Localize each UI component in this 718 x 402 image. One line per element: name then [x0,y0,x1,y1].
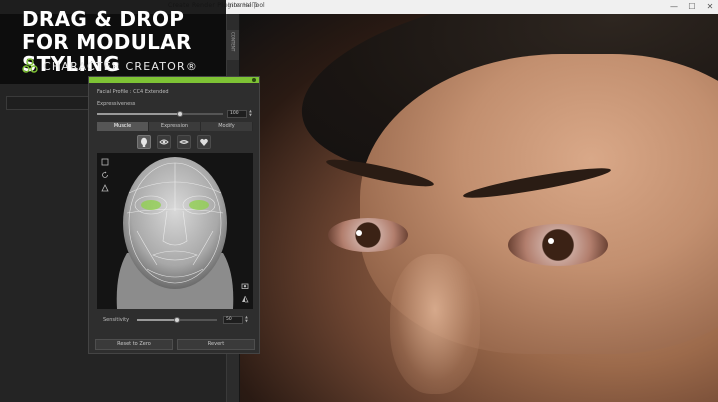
heart-face-icon[interactable] [197,135,211,149]
expressiveness-spinner[interactable]: ▲ ▼ [248,109,253,117]
muscle-mode-icons [137,135,211,149]
content-side-tab-label: CONTENT [230,32,236,52]
window-title: Internal Tool [228,2,265,9]
product-logo: CHARACTER CREATOR® [22,58,198,74]
expressiveness-value-field[interactable]: 100 [227,110,247,118]
facial-profile-panel: Facial Profile : CC4 Extended Expressive… [88,76,260,354]
mouth-mode-icon[interactable] [177,135,191,149]
right-eye [508,224,608,266]
character-nose [390,254,480,394]
rotate-tool-icon[interactable] [100,170,110,180]
branding-banner: DRAG & DROP FOR MODULAR STYLING CHARACTE… [0,0,226,84]
facial-profile-tabs: Muscle Expression Modify [97,122,253,131]
headline-line-1: DRAG & DROP [22,7,185,31]
spinner-down-icon[interactable]: ▼ [244,319,249,323]
spinner-down-icon[interactable]: ▼ [248,113,253,117]
camera-view-icon[interactable] [240,281,250,291]
minimize-button[interactable]: — [670,1,678,13]
close-button[interactable]: ✕ [706,1,714,13]
eye-glint [356,230,362,236]
reset-to-zero-button[interactable]: Reset to Zero [95,339,173,350]
sensitivity-label: Sensitivity [103,317,130,323]
panel-close-icon[interactable] [252,78,256,82]
sensitivity-slider-thumb[interactable] [174,317,180,323]
expressiveness-slider-thumb[interactable] [177,111,184,117]
maximize-button[interactable]: ☐ [688,1,696,13]
select-tool-icon[interactable] [100,157,110,167]
facial-profile-title: Facial Profile : CC4 Extended [97,89,169,95]
content-side-tab[interactable]: CONTENT [227,30,239,60]
3d-viewport[interactable] [240,14,718,402]
window-controls: — ☐ ✕ [670,1,714,13]
revert-button[interactable]: Revert [177,339,255,350]
muscle-face-map[interactable] [97,153,253,309]
character-creator-logo-icon [22,58,38,74]
symmetry-icon[interactable] [240,294,250,304]
left-eye [328,218,408,252]
sensitivity-value-field[interactable]: 50 [223,316,243,324]
eye-mode-icon[interactable] [157,135,171,149]
product-name: CHARACTER CREATOR® [43,60,198,73]
panel-title-bar[interactable] [89,77,259,83]
trademark: ® [185,59,199,73]
tab-modify[interactable]: Modify [201,122,253,131]
product-name-text: CHARACTER CREATOR [43,59,186,73]
head-mode-icon[interactable] [137,135,151,149]
tab-expression[interactable]: Expression [149,122,201,131]
expressiveness-label: Expressiveness [97,101,136,107]
tab-muscle[interactable]: Muscle [97,122,149,131]
sensitivity-spinner[interactable]: ▲ ▼ [244,315,249,323]
eye-glint [548,238,554,244]
face-mesh-graphic [116,157,234,309]
mirror-tool-icon[interactable] [100,183,110,193]
expressiveness-slider-track[interactable] [97,113,223,115]
